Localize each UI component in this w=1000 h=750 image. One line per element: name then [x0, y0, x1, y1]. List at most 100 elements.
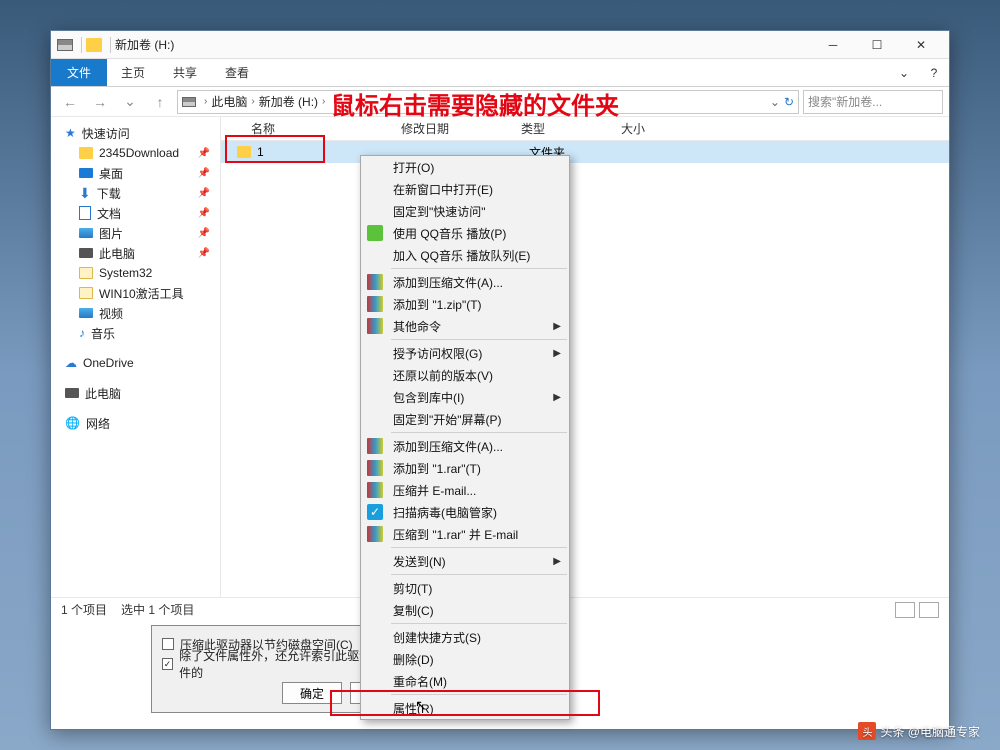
pc-icon	[79, 248, 93, 258]
video-icon	[79, 308, 93, 318]
context-menu: 打开(O) 在新窗口中打开(E) 固定到"快速访问" 使用 QQ音乐 播放(P)…	[360, 155, 570, 720]
back-button[interactable]: ←	[57, 89, 83, 115]
ribbon: 文件 主页 共享 查看 ⌄ ?	[51, 59, 949, 87]
menu-separator	[391, 432, 567, 433]
cm-compress-email[interactable]: 压缩并 E-mail...	[361, 479, 569, 501]
checkbox-index[interactable]: ✓	[162, 658, 173, 670]
folder-icon	[79, 267, 93, 279]
nav-quick-access[interactable]: ★快速访问	[55, 123, 216, 143]
col-type[interactable]: 类型	[521, 120, 621, 137]
ribbon-file[interactable]: 文件	[51, 59, 107, 86]
nav-music[interactable]: ♪音乐	[55, 323, 216, 343]
forward-button[interactable]: →	[87, 89, 113, 115]
menu-separator	[391, 623, 567, 624]
separator	[81, 37, 82, 53]
maximize-button[interactable]: ☐	[855, 31, 899, 59]
cm-add-1rar[interactable]: 添加到 "1.rar"(T)	[361, 457, 569, 479]
separator	[110, 37, 111, 53]
file-row-selected[interactable]: 1 文件夹	[221, 141, 949, 163]
cm-include-lib[interactable]: 包含到库中(I)▶	[361, 386, 569, 408]
view-icons-button[interactable]	[919, 602, 939, 618]
cm-rename[interactable]: 重命名(M)	[361, 670, 569, 692]
cm-send-to[interactable]: 发送到(N)▶	[361, 550, 569, 572]
col-date[interactable]: 修改日期	[401, 120, 521, 137]
breadcrumb-drive[interactable]: 新加卷 (H:)	[259, 93, 318, 110]
cm-copy[interactable]: 复制(C)	[361, 599, 569, 621]
pin-icon: 📌	[198, 228, 210, 239]
menu-separator	[391, 574, 567, 575]
archive-icon	[367, 274, 383, 290]
cm-qq-play[interactable]: 使用 QQ音乐 播放(P)	[361, 222, 569, 244]
cm-add-archive2[interactable]: 添加到压缩文件(A)...	[361, 435, 569, 457]
cloud-icon: ☁	[65, 356, 77, 370]
nav-desktop[interactable]: 桌面📌	[55, 163, 216, 183]
cm-open[interactable]: 打开(O)	[361, 156, 569, 178]
nav-win10tool[interactable]: WIN10激活工具	[55, 283, 216, 303]
archive-icon	[367, 296, 383, 312]
pin-icon: 📌	[198, 248, 210, 259]
cm-add-1zip[interactable]: 添加到 "1.zip"(T)	[361, 293, 569, 315]
cm-pin-start[interactable]: 固定到"开始"屏幕(P)	[361, 408, 569, 430]
document-icon	[79, 206, 91, 220]
cm-cut[interactable]: 剪切(T)	[361, 577, 569, 599]
pin-icon: 📌	[198, 188, 210, 199]
drive-icon	[182, 97, 196, 107]
window-title: 新加卷 (H:)	[115, 36, 811, 53]
cm-compress-rar-email[interactable]: 压缩到 "1.rar" 并 E-mail	[361, 523, 569, 545]
nav-system32[interactable]: System32	[55, 263, 216, 283]
up-button[interactable]: ↑	[147, 89, 173, 115]
nav-2345download[interactable]: 2345Download📌	[55, 143, 216, 163]
nav-documents[interactable]: 文档📌	[55, 203, 216, 223]
download-icon: ⬇	[79, 185, 91, 202]
ribbon-expand[interactable]: ⌄	[889, 59, 919, 87]
cm-add-archive[interactable]: 添加到压缩文件(A)...	[361, 271, 569, 293]
ribbon-home[interactable]: 主页	[107, 59, 159, 86]
nav-thispc2[interactable]: 此电脑	[55, 383, 216, 403]
nav-video[interactable]: 视频	[55, 303, 216, 323]
cm-qq-queue[interactable]: 加入 QQ音乐 播放队列(E)	[361, 244, 569, 266]
archive-icon	[367, 318, 383, 334]
nav-network[interactable]: 🌐网络	[55, 413, 216, 433]
cm-create-shortcut[interactable]: 创建快捷方式(S)	[361, 626, 569, 648]
pin-icon: 📌	[198, 148, 210, 159]
cm-open-new-window[interactable]: 在新窗口中打开(E)	[361, 178, 569, 200]
refresh-icon[interactable]: ↻	[784, 95, 794, 109]
qqmusic-icon	[367, 225, 383, 241]
menu-separator	[391, 547, 567, 548]
col-size[interactable]: 大小	[621, 120, 701, 137]
dropdown-icon[interactable]: ⌄	[770, 95, 780, 109]
cm-properties[interactable]: 属性(R)	[361, 697, 569, 719]
cm-scan-virus[interactable]: ✓扫描病毒(电脑管家)	[361, 501, 569, 523]
shield-icon: ✓	[367, 504, 383, 520]
close-button[interactable]: ✕	[899, 31, 943, 59]
cm-other-cmd[interactable]: 其他命令▶	[361, 315, 569, 337]
ribbon-view[interactable]: 查看	[211, 59, 263, 86]
col-name[interactable]: 名称	[221, 120, 401, 137]
minimize-button[interactable]: ─	[811, 31, 855, 59]
status-items: 1 个项目	[61, 601, 107, 618]
ok-button[interactable]: 确定	[282, 682, 342, 704]
checkbox-compress[interactable]	[162, 638, 174, 650]
cm-delete[interactable]: 删除(D)	[361, 648, 569, 670]
cm-grant-access[interactable]: 授予访问权限(G)▶	[361, 342, 569, 364]
cm-restore-prev[interactable]: 还原以前的版本(V)	[361, 364, 569, 386]
nav-pane: ★快速访问 2345Download📌 桌面📌 ⬇下载📌 文档📌 图片📌 此电脑…	[51, 117, 221, 597]
chevron-right-icon: ›	[204, 96, 207, 107]
nav-pictures[interactable]: 图片📌	[55, 223, 216, 243]
nav-onedrive[interactable]: ☁OneDrive	[55, 353, 216, 373]
star-icon: ★	[65, 126, 76, 140]
nav-thispc[interactable]: 此电脑📌	[55, 243, 216, 263]
pc-icon	[65, 388, 79, 398]
breadcrumb-pc[interactable]: 此电脑	[211, 93, 247, 110]
cm-pin-quick[interactable]: 固定到"快速访问"	[361, 200, 569, 222]
file-list: 名称 修改日期 类型 大小 1 文件夹	[221, 117, 949, 597]
ribbon-help[interactable]: ?	[919, 59, 949, 87]
view-details-button[interactable]	[895, 602, 915, 618]
folder-icon	[86, 38, 102, 52]
rar-icon	[367, 438, 383, 454]
search-input[interactable]: 搜索"新加卷...	[803, 90, 943, 114]
recent-button[interactable]: ⌄	[117, 89, 143, 115]
ribbon-share[interactable]: 共享	[159, 59, 211, 86]
nav-downloads[interactable]: ⬇下载📌	[55, 183, 216, 203]
pin-icon: 📌	[198, 208, 210, 219]
